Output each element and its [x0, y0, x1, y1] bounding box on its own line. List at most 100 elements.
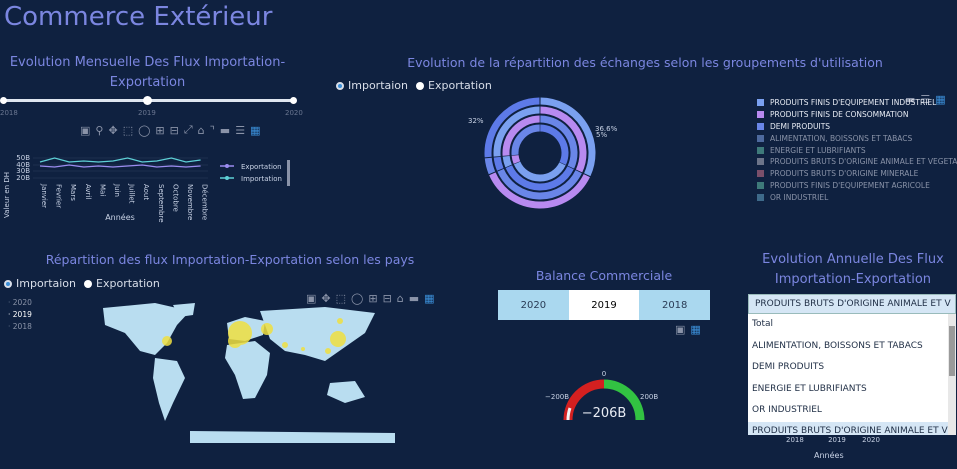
continents	[103, 303, 395, 443]
slider-min-label: 2018	[0, 109, 18, 117]
slider-max-label: 2020	[285, 109, 303, 117]
camera-icon[interactable]: ▣	[80, 124, 90, 137]
plotly-logo-icon[interactable]: ▦	[424, 292, 434, 305]
hover-closest-icon[interactable]: ▬	[409, 292, 419, 305]
donut-segment	[513, 161, 566, 182]
x-tick-label: Juillet	[128, 183, 136, 204]
legend-importation-marker	[225, 176, 229, 180]
zoom-icon[interactable]: ⚲	[95, 124, 103, 137]
importation-series-line	[39, 157, 201, 163]
y-tick-label: 20B	[16, 174, 30, 182]
hover-compare-icon[interactable]: ☰	[235, 124, 245, 137]
tab-2018[interactable]: 2018	[639, 290, 710, 320]
monthly-modebar: ▣ ⚲ ✥ ⬚ ◯ ⊞ ⊟ ⤢ ⌂ ⌝ ▬ ☰ ▦	[80, 123, 260, 137]
legend-swatch	[757, 193, 764, 201]
slider-handle[interactable]	[143, 96, 152, 105]
year-option[interactable]: · 2019	[8, 309, 32, 321]
world-map[interactable]	[95, 303, 405, 445]
zoom-out-icon[interactable]: ⊟	[170, 124, 179, 137]
x-tick-label: Fevrier	[55, 184, 63, 208]
zoom-in-icon[interactable]: ⊞	[155, 124, 164, 137]
balance-gauge: 0 −200B 200B −206B	[545, 370, 658, 421]
category-dropdown[interactable]: PRODUITS BRUTS D'ORIGINE ANIMALE ET V To…	[748, 294, 956, 435]
x-tick-label: Juin	[113, 183, 121, 197]
groups-donut-chart: 32% 36.6% 5%	[468, 97, 618, 209]
annual-title-line2: Importation-Exportation	[774, 272, 932, 287]
donut-segment	[539, 124, 569, 165]
year-option[interactable]: · 2020	[8, 297, 32, 309]
balance-title: Balance Commerciale	[535, 268, 673, 283]
plotly-logo-icon[interactable]: ▦	[250, 124, 260, 137]
legend-item[interactable]: ENERGIE ET LUBRIFIANTS	[757, 144, 957, 156]
spike-icon[interactable]: ⌝	[210, 124, 215, 137]
lasso-icon[interactable]: ◯	[138, 124, 150, 137]
tab-2019[interactable]: 2019	[568, 290, 640, 320]
pan-icon[interactable]: ✥	[108, 124, 117, 137]
slider-tick	[290, 97, 297, 104]
legend-exportation-label: Exportation	[241, 163, 282, 171]
dropdown-option[interactable]: DEMI PRODUITS	[748, 357, 956, 379]
x-tick-label: Novembre	[186, 184, 194, 220]
home-icon[interactable]: ⌂	[198, 124, 205, 137]
hover-closest-icon[interactable]: ▬	[220, 124, 230, 137]
radio-importation[interactable]	[4, 279, 12, 288]
legend-item[interactable]: DEMI PRODUITS	[757, 121, 957, 133]
legend-item[interactable]: PRODUITS FINIS D'EQUIPEMENT AGRICOLE	[757, 180, 957, 192]
dropdown-selected-value[interactable]: PRODUITS BRUTS D'ORIGINE ANIMALE ET V	[748, 294, 956, 314]
slider-tick	[0, 97, 7, 104]
radio-exportation[interactable]	[416, 81, 425, 90]
year-slider[interactable]: 2018 2019 2020	[0, 96, 303, 120]
legend-importation-label: Importation	[241, 175, 282, 183]
box-select-icon[interactable]: ⬚	[123, 124, 133, 137]
annual-title-line1: Evolution Annuelle Des Flux	[762, 252, 944, 267]
gauge-zero-label: 0	[602, 370, 606, 378]
radio-importation-label: Importaion	[16, 277, 77, 290]
monthly-title-line1: Evolution Mensuelle Des Flux Importation…	[9, 55, 286, 70]
legend-scrollbar[interactable]	[287, 160, 290, 186]
groups-legend: PRODUITS FINIS D'EQUIPEMENT INDUSTRIEL PR…	[757, 97, 957, 203]
radio-importation-label: Importaion	[348, 79, 409, 92]
legend-label: PRODUITS BRUTS D'ORIGINE MINERALE	[770, 169, 919, 179]
dropdown-option-selected[interactable]: PRODUITS BRUTS D'ORIGINE ANIMALE ET VEGE…	[748, 421, 956, 435]
tab-2020[interactable]: 2020	[498, 290, 569, 320]
legend-item[interactable]: PRODUITS BRUTS D'ORIGINE MINERALE	[757, 168, 957, 180]
dropdown-scroll-thumb[interactable]	[949, 326, 955, 376]
donut-segment	[502, 155, 512, 168]
y-axis-label: Valeur en DH	[3, 172, 11, 218]
legend-item[interactable]: PRODUITS BRUTS D'ORIGINE ANIMALE ET VEGE…	[757, 156, 957, 168]
legend-label: ALIMENTATION, BOISSONS ET TABACS	[770, 133, 913, 143]
countries-chart-title: Répartition des flux Importation-Exporta…	[45, 252, 415, 267]
legend-label: ENERGIE ET LUBRIFIANTS	[770, 145, 866, 155]
year-option[interactable]: · 2018	[8, 321, 32, 333]
radio-importation[interactable]	[336, 81, 344, 90]
legend-swatch	[757, 158, 764, 166]
plotly-logo-icon[interactable]: ▦	[690, 323, 700, 336]
dropdown-scrollbar[interactable]	[948, 314, 956, 435]
legend-item[interactable]: PRODUITS FINIS DE CONSOMMATION	[757, 109, 957, 121]
monthly-line-chart: Valeur en DH 50B40B30B20B Janvier Fevrier…	[3, 154, 290, 223]
x-tick-label: Mai	[98, 184, 106, 196]
camera-icon[interactable]: ▣	[675, 323, 685, 336]
balance-year-tabs: 2020 2019 2018	[498, 290, 710, 320]
legend-swatch	[757, 146, 764, 154]
page-title: Commerce Extérieur	[4, 2, 273, 32]
dropdown-option[interactable]: ENERGIE ET LUBRIFIANTS	[748, 379, 956, 401]
dropdown-option[interactable]: OR INDUSTRIEL	[748, 400, 956, 422]
x-tick-label: Avril	[84, 184, 92, 199]
legend-item[interactable]: PRODUITS FINIS D'EQUIPEMENT INDUSTRIEL	[757, 97, 957, 109]
radio-exportation[interactable]	[84, 279, 93, 288]
legend-swatch	[757, 99, 764, 107]
legend-item[interactable]: ALIMENTATION, BOISSONS ET TABACS	[757, 132, 957, 144]
legend-exportation-marker	[225, 164, 229, 168]
x-tick: 2020	[862, 436, 880, 444]
dropdown-option[interactable]: Total	[748, 314, 956, 336]
legend-label: PRODUITS FINIS DE CONSOMMATION	[770, 110, 909, 120]
slider-mid-label: 2019	[138, 109, 156, 117]
dropdown-menu: Total ALIMENTATION, BOISSONS ET TABACS D…	[748, 314, 956, 435]
autoscale-icon[interactable]: ⤢	[184, 123, 193, 137]
legend-item[interactable]: OR INDUSTRIEL	[757, 191, 957, 203]
dropdown-option[interactable]: ALIMENTATION, BOISSONS ET TABACS	[748, 336, 956, 358]
groups-chart-title: Evolution de la répartition des échanges…	[407, 55, 883, 70]
x-tick-label: Décembre	[201, 184, 209, 220]
monthly-title-line2: Exportation	[109, 75, 186, 90]
